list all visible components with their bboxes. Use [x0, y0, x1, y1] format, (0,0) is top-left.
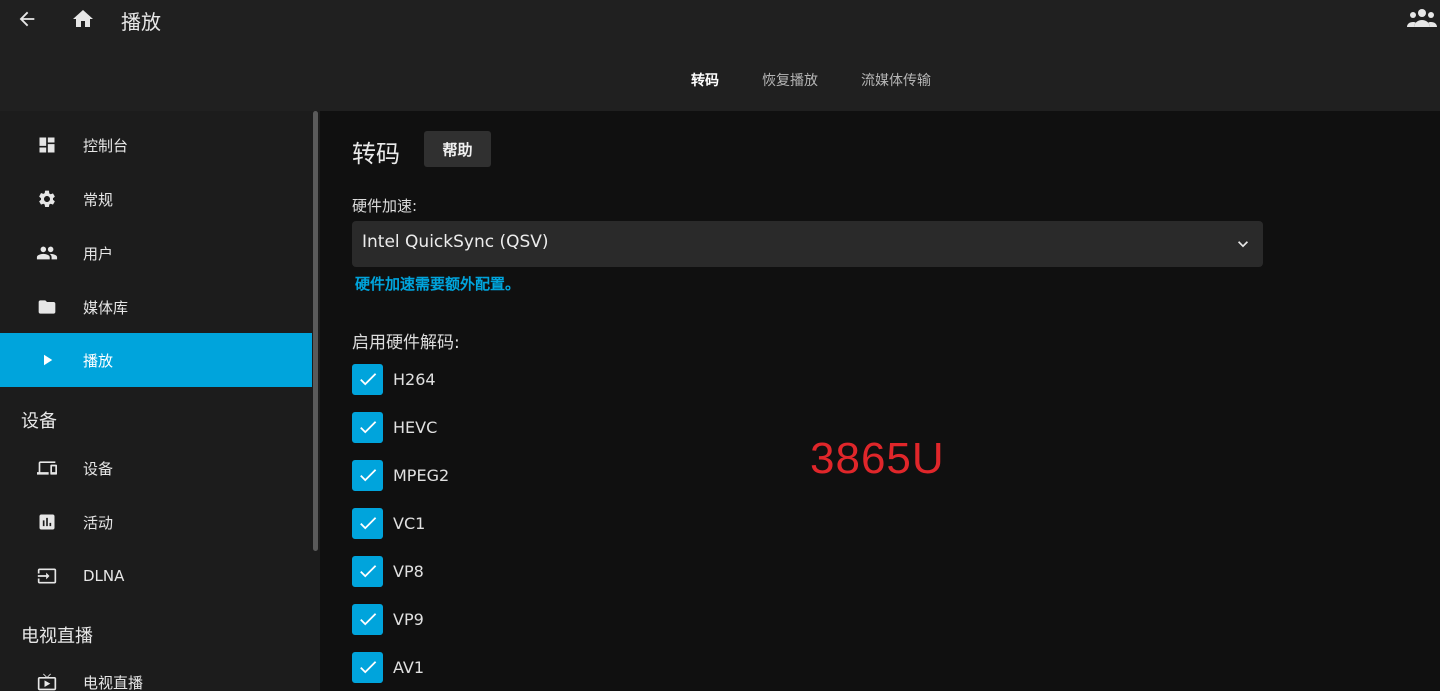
codec-label: VC1	[393, 513, 426, 533]
overlay-annotation: 3865U	[810, 434, 945, 483]
home-icon	[73, 10, 93, 27]
sidebar-section-devices: 设备	[21, 411, 57, 432]
codec-label: H264	[393, 369, 436, 389]
codec-label: HEVC	[393, 417, 438, 437]
tab-streaming[interactable]: 流媒体传输	[861, 70, 931, 90]
codec-checkbox-mpeg2[interactable]: MPEG2	[352, 459, 652, 491]
page-title: 转码	[352, 140, 400, 168]
tab-bar: 转码 恢复播放 流媒体传输	[0, 70, 1440, 92]
sidebar-item-library[interactable]: 媒体库	[0, 280, 312, 334]
dashboard-icon	[36, 134, 58, 156]
sidebar-item-dashboard[interactable]: 控制台	[0, 118, 312, 172]
sidebar-item-devices[interactable]: 设备	[0, 441, 312, 495]
check-icon	[359, 517, 376, 530]
scrollbar-thumb[interactable]	[313, 111, 318, 551]
chevron-down-icon	[1238, 241, 1248, 248]
sidebar-item-general[interactable]: 常规	[0, 172, 312, 226]
sidebar-item-activity[interactable]: 活动	[0, 495, 312, 549]
checkbox-checked[interactable]	[352, 363, 383, 395]
sidebar-item-label: 活动	[83, 513, 114, 532]
users-icon	[36, 242, 58, 264]
checkbox-checked[interactable]	[352, 459, 383, 491]
sidebar-item-label: 设备	[83, 459, 114, 478]
check-icon	[359, 421, 376, 434]
help-button[interactable]: 帮助	[424, 131, 491, 167]
codec-label: MPEG2	[393, 465, 450, 485]
codec-label: AV1	[393, 657, 425, 677]
codec-checkbox-vp8[interactable]: VP8	[352, 555, 652, 587]
users-button[interactable]	[1404, 4, 1440, 32]
app-header: 播放 转码 恢复播放 流媒体传输	[0, 0, 1440, 111]
sidebar-section-livetv: 电视直播	[21, 626, 93, 647]
hw-accel-value: Intel QuickSync (QSV)	[362, 232, 549, 252]
hw-accel-select[interactable]: Intel QuickSync (QSV)	[352, 221, 1263, 267]
codec-checkbox-av1[interactable]: AV1	[352, 651, 652, 683]
home-button[interactable]	[66, 2, 100, 36]
check-icon	[359, 613, 376, 626]
main-content: 转码 帮助 硬件加速: Intel QuickSync (QSV) 硬件加速需要…	[320, 111, 1440, 691]
codec-checkbox-h264[interactable]: H264	[352, 363, 652, 395]
sidebar-item-label: DLNA	[83, 567, 125, 585]
chart-icon	[36, 511, 58, 533]
tab-resume[interactable]: 恢复播放	[762, 70, 818, 90]
checkbox-checked[interactable]	[352, 603, 383, 635]
codec-label: VP9	[393, 609, 424, 629]
users-icon	[1407, 9, 1437, 27]
sidebar-item-label: 电视直播	[83, 673, 144, 691]
sidebar: 控制台 常规 用户 媒体库 播放 设备 设备 活动 DLNA 电视直播 电视直播	[0, 111, 312, 691]
header-title: 播放	[121, 10, 161, 34]
sidebar-item-dlna[interactable]: DLNA	[0, 549, 312, 603]
checkbox-checked[interactable]	[352, 555, 383, 587]
codec-label: VP8	[393, 561, 424, 581]
arrow-back-icon	[19, 11, 35, 27]
back-button[interactable]	[10, 2, 44, 36]
sidebar-item-label: 媒体库	[83, 298, 129, 317]
tab-transcoding[interactable]: 转码	[691, 70, 719, 90]
checkbox-checked[interactable]	[352, 507, 383, 539]
hw-decode-label: 启用硬件解码:	[352, 333, 460, 353]
app-root: 播放 转码 恢复播放 流媒体传输 控制台 常规 用户 媒体库 播放 设备 设备 …	[0, 0, 1440, 691]
sidebar-item-label: 用户	[83, 244, 114, 263]
codec-checkbox-hevc[interactable]: HEVC	[352, 411, 652, 443]
sidebar-item-label: 控制台	[83, 136, 129, 155]
check-icon	[359, 373, 376, 386]
folder-icon	[36, 296, 58, 318]
sidebar-item-label: 常规	[83, 190, 114, 209]
hw-accel-config-link[interactable]: 硬件加速需要额外配置。	[355, 273, 520, 294]
sidebar-item-livetv[interactable]: 电视直播	[0, 655, 312, 691]
check-icon	[359, 469, 376, 482]
codec-checkbox-vc1[interactable]: VC1	[352, 507, 652, 539]
sidebar-item-label: 播放	[83, 351, 114, 370]
devices-icon	[36, 457, 58, 479]
checkbox-checked[interactable]	[352, 651, 383, 683]
sidebar-item-users[interactable]: 用户	[0, 226, 312, 280]
sidebar-scrollbar[interactable]	[312, 111, 320, 691]
hw-accel-label: 硬件加速:	[352, 197, 418, 215]
check-icon	[359, 661, 376, 674]
sidebar-item-playback[interactable]: 播放	[0, 333, 312, 387]
codec-checkbox-vp9[interactable]: VP9	[352, 603, 652, 635]
tv-icon	[36, 671, 58, 691]
input-icon	[36, 565, 58, 587]
checkbox-checked[interactable]	[352, 411, 383, 443]
play-icon	[36, 349, 58, 371]
gear-icon	[36, 188, 58, 210]
check-icon	[359, 565, 376, 578]
